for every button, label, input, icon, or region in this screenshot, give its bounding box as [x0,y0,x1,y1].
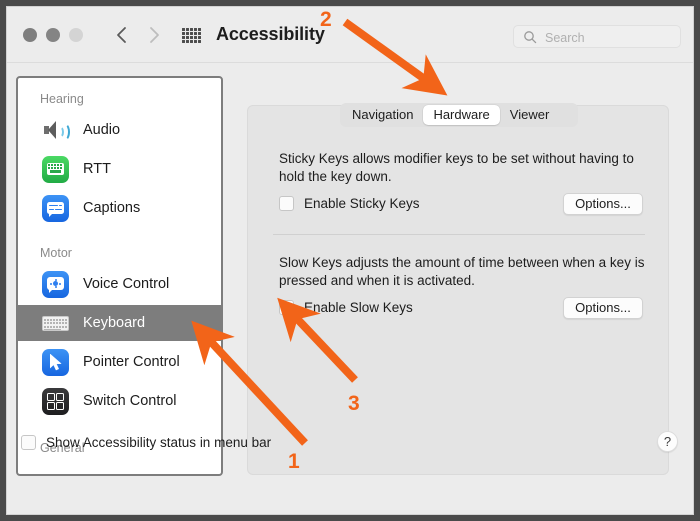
annotation-number-3: 3 [348,392,360,415]
sidebar-item-keyboard[interactable]: Keyboard [18,305,221,341]
zoom-button[interactable] [69,28,83,42]
tab-bar[interactable]: Navigation Hardware Viewer [340,103,578,127]
page-title: Accessibility [216,24,325,44]
close-button[interactable] [23,28,37,42]
enable-slow-keys-checkbox[interactable] [279,300,294,315]
sidebar-item-label: Captions [83,200,141,216]
tab-navigation[interactable]: Navigation [342,105,423,125]
sidebar-item-switch-control[interactable]: Switch Control [18,383,221,419]
annotation-number-2: 2 [320,8,332,31]
sidebar-item-label: Audio [83,122,121,138]
enable-sticky-keys-label: Enable Sticky Keys [304,196,420,211]
enable-slow-keys-label: Enable Slow Keys [304,300,413,315]
accessibility-preferences-window: Accessibility Hearing Audio [6,6,694,515]
tab-hardware[interactable]: Hardware [423,105,500,125]
enable-sticky-keys-checkbox[interactable] [279,196,294,211]
sidebar-item-pointer-control[interactable]: Pointer Control [18,344,221,380]
sidebar-item-label: Pointer Control [83,354,180,370]
sidebar-group-hearing: Hearing [40,92,84,106]
tab-viewer[interactable]: Viewer [500,105,560,125]
sidebar-item-voice-control[interactable]: Voice Control [18,266,221,302]
sidebar-item-rtt[interactable]: RTT [18,151,221,187]
enable-sticky-keys-row[interactable]: Enable Sticky Keys [279,196,420,211]
keyboard-icon [42,310,69,337]
pointer-control-icon [42,348,69,376]
show-all-grid-icon[interactable] [182,28,201,43]
search-icon [523,30,537,49]
menu-bar-status-row[interactable]: Show Accessibility status in menu bar [21,435,271,450]
sticky-keys-options-button[interactable]: Options... [563,193,643,215]
slow-keys-description: Slow Keys adjusts the amount of time bet… [279,255,645,288]
switch-control-icon [42,387,69,415]
slow-keys-options-button[interactable]: Options... [563,297,643,319]
cursor-arrow-icon [50,353,62,370]
search-field[interactable] [513,25,681,49]
sidebar-item-audio[interactable]: Audio [18,112,221,148]
forward-chevron-icon[interactable] [143,23,165,47]
help-button[interactable]: ? [657,431,678,452]
section-divider [273,234,645,235]
window-titlebar: Accessibility [7,7,693,63]
sidebar-item-captions[interactable]: Captions [18,190,221,226]
minimize-button[interactable] [46,28,60,42]
sticky-keys-description: Sticky Keys allows modifier keys to be s… [279,151,634,184]
show-accessibility-status-checkbox[interactable] [21,435,36,450]
accessibility-sidebar[interactable]: Hearing Audio RTT Captions Motor Voice C… [16,76,223,476]
search-input[interactable] [543,26,677,49]
rtt-icon [42,155,69,183]
back-chevron-icon[interactable] [111,23,133,47]
sidebar-item-label: Switch Control [83,393,177,409]
sidebar-item-label: Keyboard [83,315,146,331]
voice-control-icon [42,270,69,298]
sidebar-item-label: RTT [83,161,111,177]
sidebar-item-label: Voice Control [83,276,170,292]
captions-icon [42,194,69,222]
annotation-number-1: 1 [288,450,300,473]
show-accessibility-status-label: Show Accessibility status in menu bar [46,435,272,450]
sidebar-group-motor: Motor [40,246,72,260]
enable-slow-keys-row[interactable]: Enable Slow Keys [279,300,413,315]
audio-icon [42,117,70,144]
